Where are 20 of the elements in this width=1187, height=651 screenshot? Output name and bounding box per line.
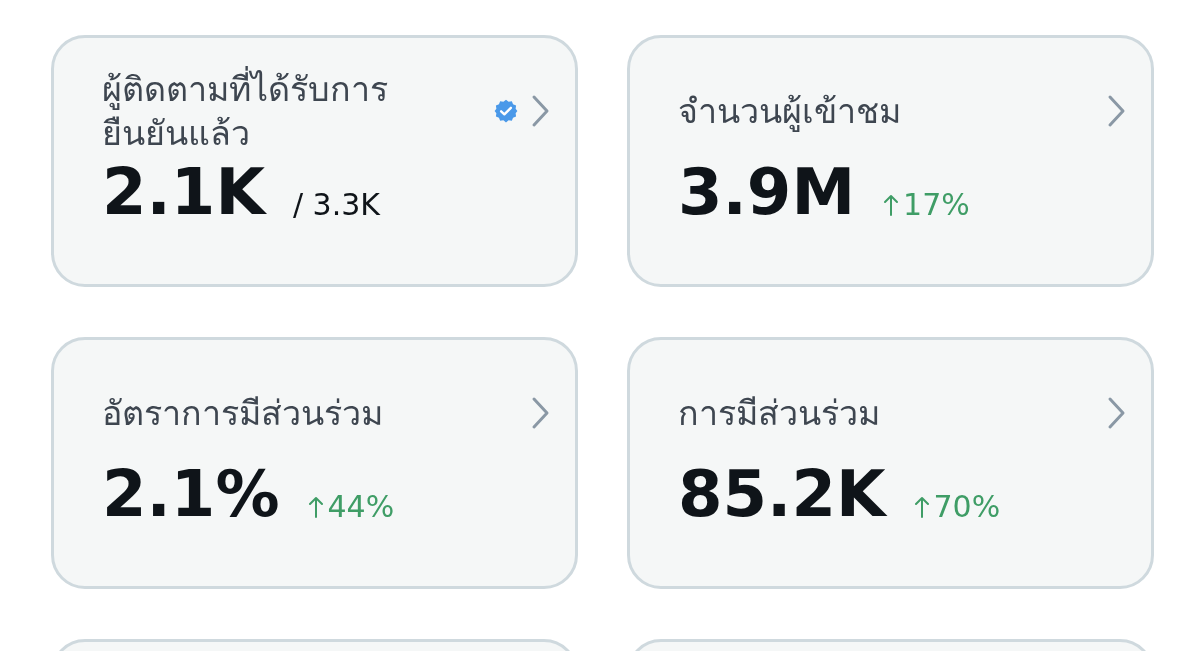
- change-percent: 17%: [903, 190, 970, 220]
- chevron-right-icon: [531, 396, 551, 430]
- stat-card[interactable]: ผู้ติดตามที่ได้รับการยืนยันแล้ว 2.1K / 3.3K: [51, 35, 578, 287]
- chevron-right-icon: [1107, 396, 1127, 430]
- card-title: ผู้ติดตามที่ได้รับการยืนยันแล้ว: [102, 67, 447, 155]
- chevron-right-icon: [531, 94, 551, 128]
- stat-value: 2.1K: [102, 160, 265, 224]
- stat-card[interactable]: จำนวนผู้เข้าชม 3.9M 17%: [627, 35, 1154, 287]
- card-title: จำนวนผู้เข้าชม: [678, 90, 901, 133]
- stat-card[interactable]: การมีส่วนร่วม 85.2K 70%: [627, 337, 1154, 589]
- change-percent: 44%: [327, 492, 395, 522]
- stat-value: 85.2K: [678, 462, 886, 526]
- chevron-right-icon: [1107, 94, 1127, 128]
- stat-card[interactable]: อัตราการมีส่วนร่วม 2.1% 44%: [51, 337, 578, 589]
- stat-total: / 3.3K: [292, 190, 380, 220]
- stat-value: 2.1%: [102, 462, 280, 526]
- card-title: การมีส่วนร่วม: [678, 392, 880, 435]
- stat-value: 3.9M: [678, 160, 856, 224]
- change-percent: 70%: [933, 492, 1001, 522]
- card-title: อัตราการมีส่วนร่วม: [102, 392, 383, 435]
